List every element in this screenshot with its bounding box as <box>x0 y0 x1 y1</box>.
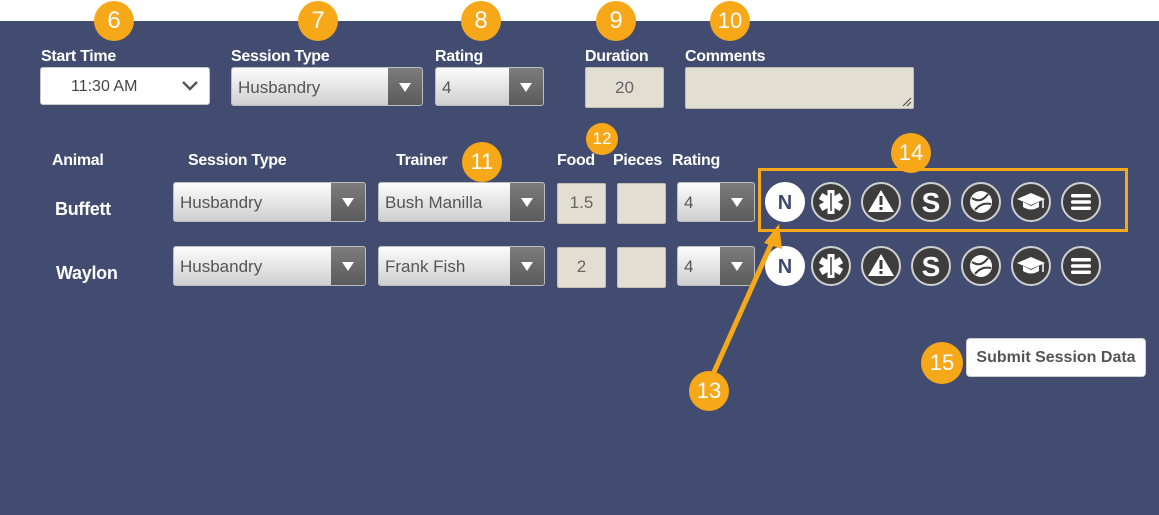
dropdown-arrow-icon <box>510 183 544 221</box>
note-icon-letter: N <box>778 256 792 278</box>
callout-6: 6 <box>94 1 134 41</box>
callout-15: 15 <box>921 342 963 384</box>
row-trainer-value: Frank Fish <box>385 257 466 276</box>
callout-12: 12 <box>586 123 618 155</box>
start-time-select[interactable]: 11:30 AM <box>40 67 210 105</box>
callout-14: 14 <box>891 133 931 173</box>
session-type-select[interactable]: Husbandry <box>231 67 423 106</box>
animal-name-buffett: Buffett <box>55 199 111 219</box>
dropdown-arrow-icon <box>509 68 543 105</box>
row-trainer-value: Bush Manilla <box>385 193 483 212</box>
callout-13: 13 <box>689 371 729 411</box>
row-session-type-select[interactable]: Husbandry <box>173 182 366 222</box>
s-icon[interactable]: S <box>911 246 951 286</box>
row-pieces-input[interactable] <box>617 183 666 224</box>
icon-group-highlight <box>758 168 1128 232</box>
callout-8: 8 <box>461 1 501 41</box>
rating-label: Rating <box>435 48 483 65</box>
callout-11: 11 <box>462 142 502 182</box>
start-time-value: 11:30 AM <box>71 78 138 95</box>
medical-icon[interactable] <box>811 246 851 286</box>
row-food-input[interactable]: 2 <box>557 247 606 288</box>
row-pieces-input[interactable] <box>617 247 666 288</box>
rating-select[interactable]: 4 <box>435 67 544 106</box>
session-type-value: Husbandry <box>238 78 321 97</box>
dropdown-arrow-icon <box>388 68 422 105</box>
chevron-down-icon <box>182 81 198 91</box>
dropdown-arrow-icon <box>720 247 754 285</box>
duration-label: Duration <box>585 48 649 65</box>
row-trainer-select[interactable]: Frank Fish <box>378 246 545 286</box>
rating-value: 4 <box>442 78 452 97</box>
dropdown-arrow-icon <box>720 183 754 221</box>
animal-name-waylon: Waylon <box>56 263 118 283</box>
dropdown-arrow-icon <box>331 247 365 285</box>
row-food-input[interactable]: 1.5 <box>557 183 606 224</box>
comments-label: Comments <box>685 48 766 65</box>
column-header-session-type: Session Type <box>188 152 287 169</box>
svg-text:S: S <box>922 251 941 282</box>
warning-icon[interactable] <box>861 246 901 286</box>
row-rating-value: 4 <box>684 257 694 276</box>
dropdown-arrow-icon <box>331 183 365 221</box>
dropdown-arrow-icon <box>510 247 544 285</box>
row-session-type-value: Husbandry <box>180 257 263 276</box>
start-time-label: Start Time <box>41 48 116 65</box>
resize-handle-icon <box>902 97 912 107</box>
duration-input[interactable]: 20 <box>585 67 664 108</box>
row-rating-value: 4 <box>684 193 694 212</box>
column-header-food: Food <box>557 152 595 169</box>
column-header-rating: Rating <box>672 152 720 169</box>
callout-9: 9 <box>596 1 636 41</box>
ball-icon[interactable] <box>961 246 1001 286</box>
note-icon[interactable]: N <box>765 246 805 286</box>
column-header-trainer: Trainer <box>396 152 448 169</box>
row-rating-select[interactable]: 4 <box>677 182 755 222</box>
graduation-cap-icon[interactable] <box>1011 246 1051 286</box>
column-header-animal: Animal <box>52 152 104 169</box>
row-trainer-select[interactable]: Bush Manilla <box>378 182 545 222</box>
row-rating-select[interactable]: 4 <box>677 246 755 286</box>
session-type-label: Session Type <box>231 48 330 65</box>
comments-textarea[interactable] <box>685 67 914 109</box>
row-session-type-value: Husbandry <box>180 193 263 212</box>
column-header-pieces: Pieces <box>613 152 662 169</box>
callout-10: 10 <box>710 1 750 41</box>
callout-7: 7 <box>298 1 338 41</box>
menu-icon[interactable] <box>1061 246 1101 286</box>
row-session-type-select[interactable]: Husbandry <box>173 246 366 286</box>
submit-session-data-button[interactable]: Submit Session Data <box>966 338 1146 377</box>
